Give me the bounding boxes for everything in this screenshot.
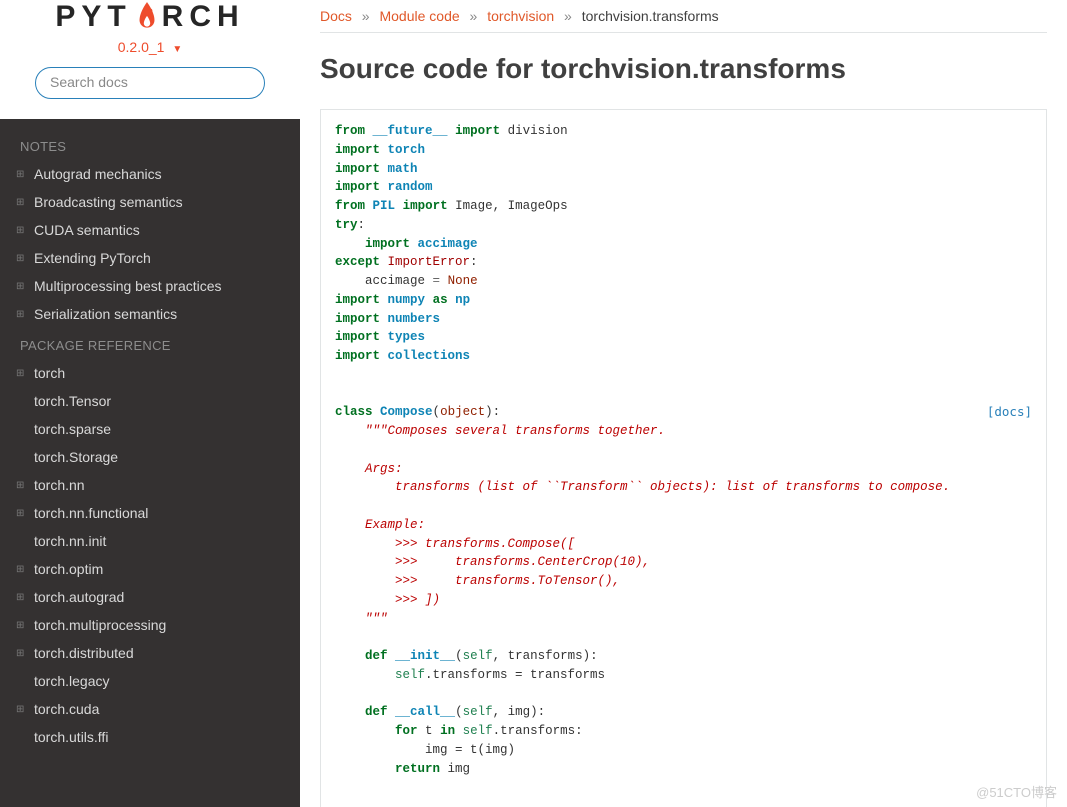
source-code: from __future__ import division import t… <box>320 109 1047 807</box>
page-title: Source code for torchvision.transforms <box>320 53 1047 85</box>
logo-text-left: PYT <box>55 0 131 34</box>
nav-item[interactable]: ⊞ Autograd mechanics <box>0 160 300 188</box>
nav-item-label: torch.distributed <box>34 645 134 661</box>
nav-item[interactable]: ⊞torch.Tensor <box>0 387 300 415</box>
chevron-down-icon: ▼ <box>172 44 182 55</box>
expand-icon: ⊞ <box>16 564 26 575</box>
nav-item-label: torch.optim <box>34 561 103 577</box>
nav-item[interactable]: ⊞ torch.cuda <box>0 695 300 723</box>
flame-icon <box>134 1 160 33</box>
nav-item-label: torch.utils.ffi <box>34 729 108 745</box>
nav-item[interactable]: ⊞torch.legacy <box>0 667 300 695</box>
nav-item[interactable]: ⊞ CUDA semantics <box>0 216 300 244</box>
expand-icon: ⊞ <box>16 253 26 264</box>
breadcrumb: Docs » Module code » torchvision » torch… <box>320 8 1047 24</box>
nav-item-label: torch.sparse <box>34 421 111 437</box>
nav-item-label: torch <box>34 365 65 381</box>
nav-item[interactable]: ⊞torch.Storage <box>0 443 300 471</box>
expand-icon: ⊞ <box>16 309 26 320</box>
expand-icon: ⊞ <box>16 480 26 491</box>
version-selector[interactable]: 0.2.0_1 ▼ <box>20 39 280 55</box>
nav-item-label: Multiprocessing best practices <box>34 278 222 294</box>
nav-item-label: Extending PyTorch <box>34 250 151 266</box>
nav-item-label: torch.legacy <box>34 673 109 689</box>
nav-item[interactable]: ⊞ torch.nn.functional <box>0 499 300 527</box>
breadcrumb-current: torchvision.transforms <box>582 8 719 24</box>
expand-icon: ⊞ <box>16 368 26 379</box>
nav-item[interactable]: ⊞ Multiprocessing best practices <box>0 272 300 300</box>
sidebar: PYT RCH 0.2.0_1 ▼ NOTES ⊞ Autograd mechani… <box>0 0 300 807</box>
nav-item-label: torch.nn.functional <box>34 505 148 521</box>
logo-text-right: RCH <box>162 0 245 34</box>
nav-item[interactable]: ⊞torch.sparse <box>0 415 300 443</box>
logo[interactable]: PYT RCH <box>20 0 280 34</box>
nav-item-label: Autograd mechanics <box>34 166 162 182</box>
expand-icon: ⊞ <box>16 225 26 236</box>
search-box[interactable] <box>35 67 265 99</box>
nav-item-label: Broadcasting semantics <box>34 194 183 210</box>
expand-icon: ⊞ <box>16 648 26 659</box>
breadcrumb-torchvision[interactable]: torchvision <box>487 8 554 24</box>
nav-item-label: Serialization semantics <box>34 306 177 322</box>
divider <box>320 32 1047 33</box>
expand-icon: ⊞ <box>16 281 26 292</box>
breadcrumb-sep: » <box>362 8 370 24</box>
expand-icon: ⊞ <box>16 508 26 519</box>
nav-item[interactable]: ⊞torch.utils.ffi <box>0 723 300 751</box>
expand-icon: ⊞ <box>16 592 26 603</box>
watermark: @51CTO博客 <box>976 782 1057 801</box>
nav-item[interactable]: ⊞ torch.optim <box>0 555 300 583</box>
nav-item-label: torch.nn <box>34 477 85 493</box>
nav-item[interactable]: ⊞ torch <box>0 359 300 387</box>
nav-item[interactable]: ⊞torch.nn.init <box>0 527 300 555</box>
nav-caption: NOTES <box>0 129 300 160</box>
nav-item[interactable]: ⊞ torch.distributed <box>0 639 300 667</box>
expand-icon: ⊞ <box>16 197 26 208</box>
expand-icon: ⊞ <box>16 169 26 180</box>
docs-link[interactable]: [docs] <box>987 403 1032 422</box>
nav-item[interactable]: ⊞ torch.autograd <box>0 583 300 611</box>
nav-item[interactable]: ⊞ torch.multiprocessing <box>0 611 300 639</box>
sidebar-header: PYT RCH 0.2.0_1 ▼ <box>0 0 300 119</box>
nav-item-label: torch.Storage <box>34 449 118 465</box>
nav-item-label: torch.multiprocessing <box>34 617 166 633</box>
nav-item-label: CUDA semantics <box>34 222 140 238</box>
nav-item[interactable]: ⊞ Serialization semantics <box>0 300 300 328</box>
breadcrumb-module-code[interactable]: Module code <box>379 8 459 24</box>
nav-item-label: torch.autograd <box>34 589 124 605</box>
nav-item-label: torch.Tensor <box>34 393 111 409</box>
nav-item[interactable]: ⊞ torch.nn <box>0 471 300 499</box>
search-input[interactable] <box>50 74 250 90</box>
nav-item[interactable]: ⊞ Extending PyTorch <box>0 244 300 272</box>
expand-icon: ⊞ <box>16 620 26 631</box>
nav-item-label: torch.cuda <box>34 701 99 717</box>
nav-item-label: torch.nn.init <box>34 533 106 549</box>
main-content: Docs » Module code » torchvision » torch… <box>300 0 1067 807</box>
nav: NOTES ⊞ Autograd mechanics ⊞ Broadcasting se… <box>0 119 300 807</box>
expand-icon: ⊞ <box>16 704 26 715</box>
nav-item[interactable]: ⊞ Broadcasting semantics <box>0 188 300 216</box>
breadcrumb-docs[interactable]: Docs <box>320 8 352 24</box>
version-label: 0.2.0_1 <box>118 39 165 55</box>
breadcrumb-sep: » <box>564 8 572 24</box>
breadcrumb-sep: » <box>470 8 478 24</box>
nav-caption: PACKAGE REFERENCE <box>0 328 300 359</box>
